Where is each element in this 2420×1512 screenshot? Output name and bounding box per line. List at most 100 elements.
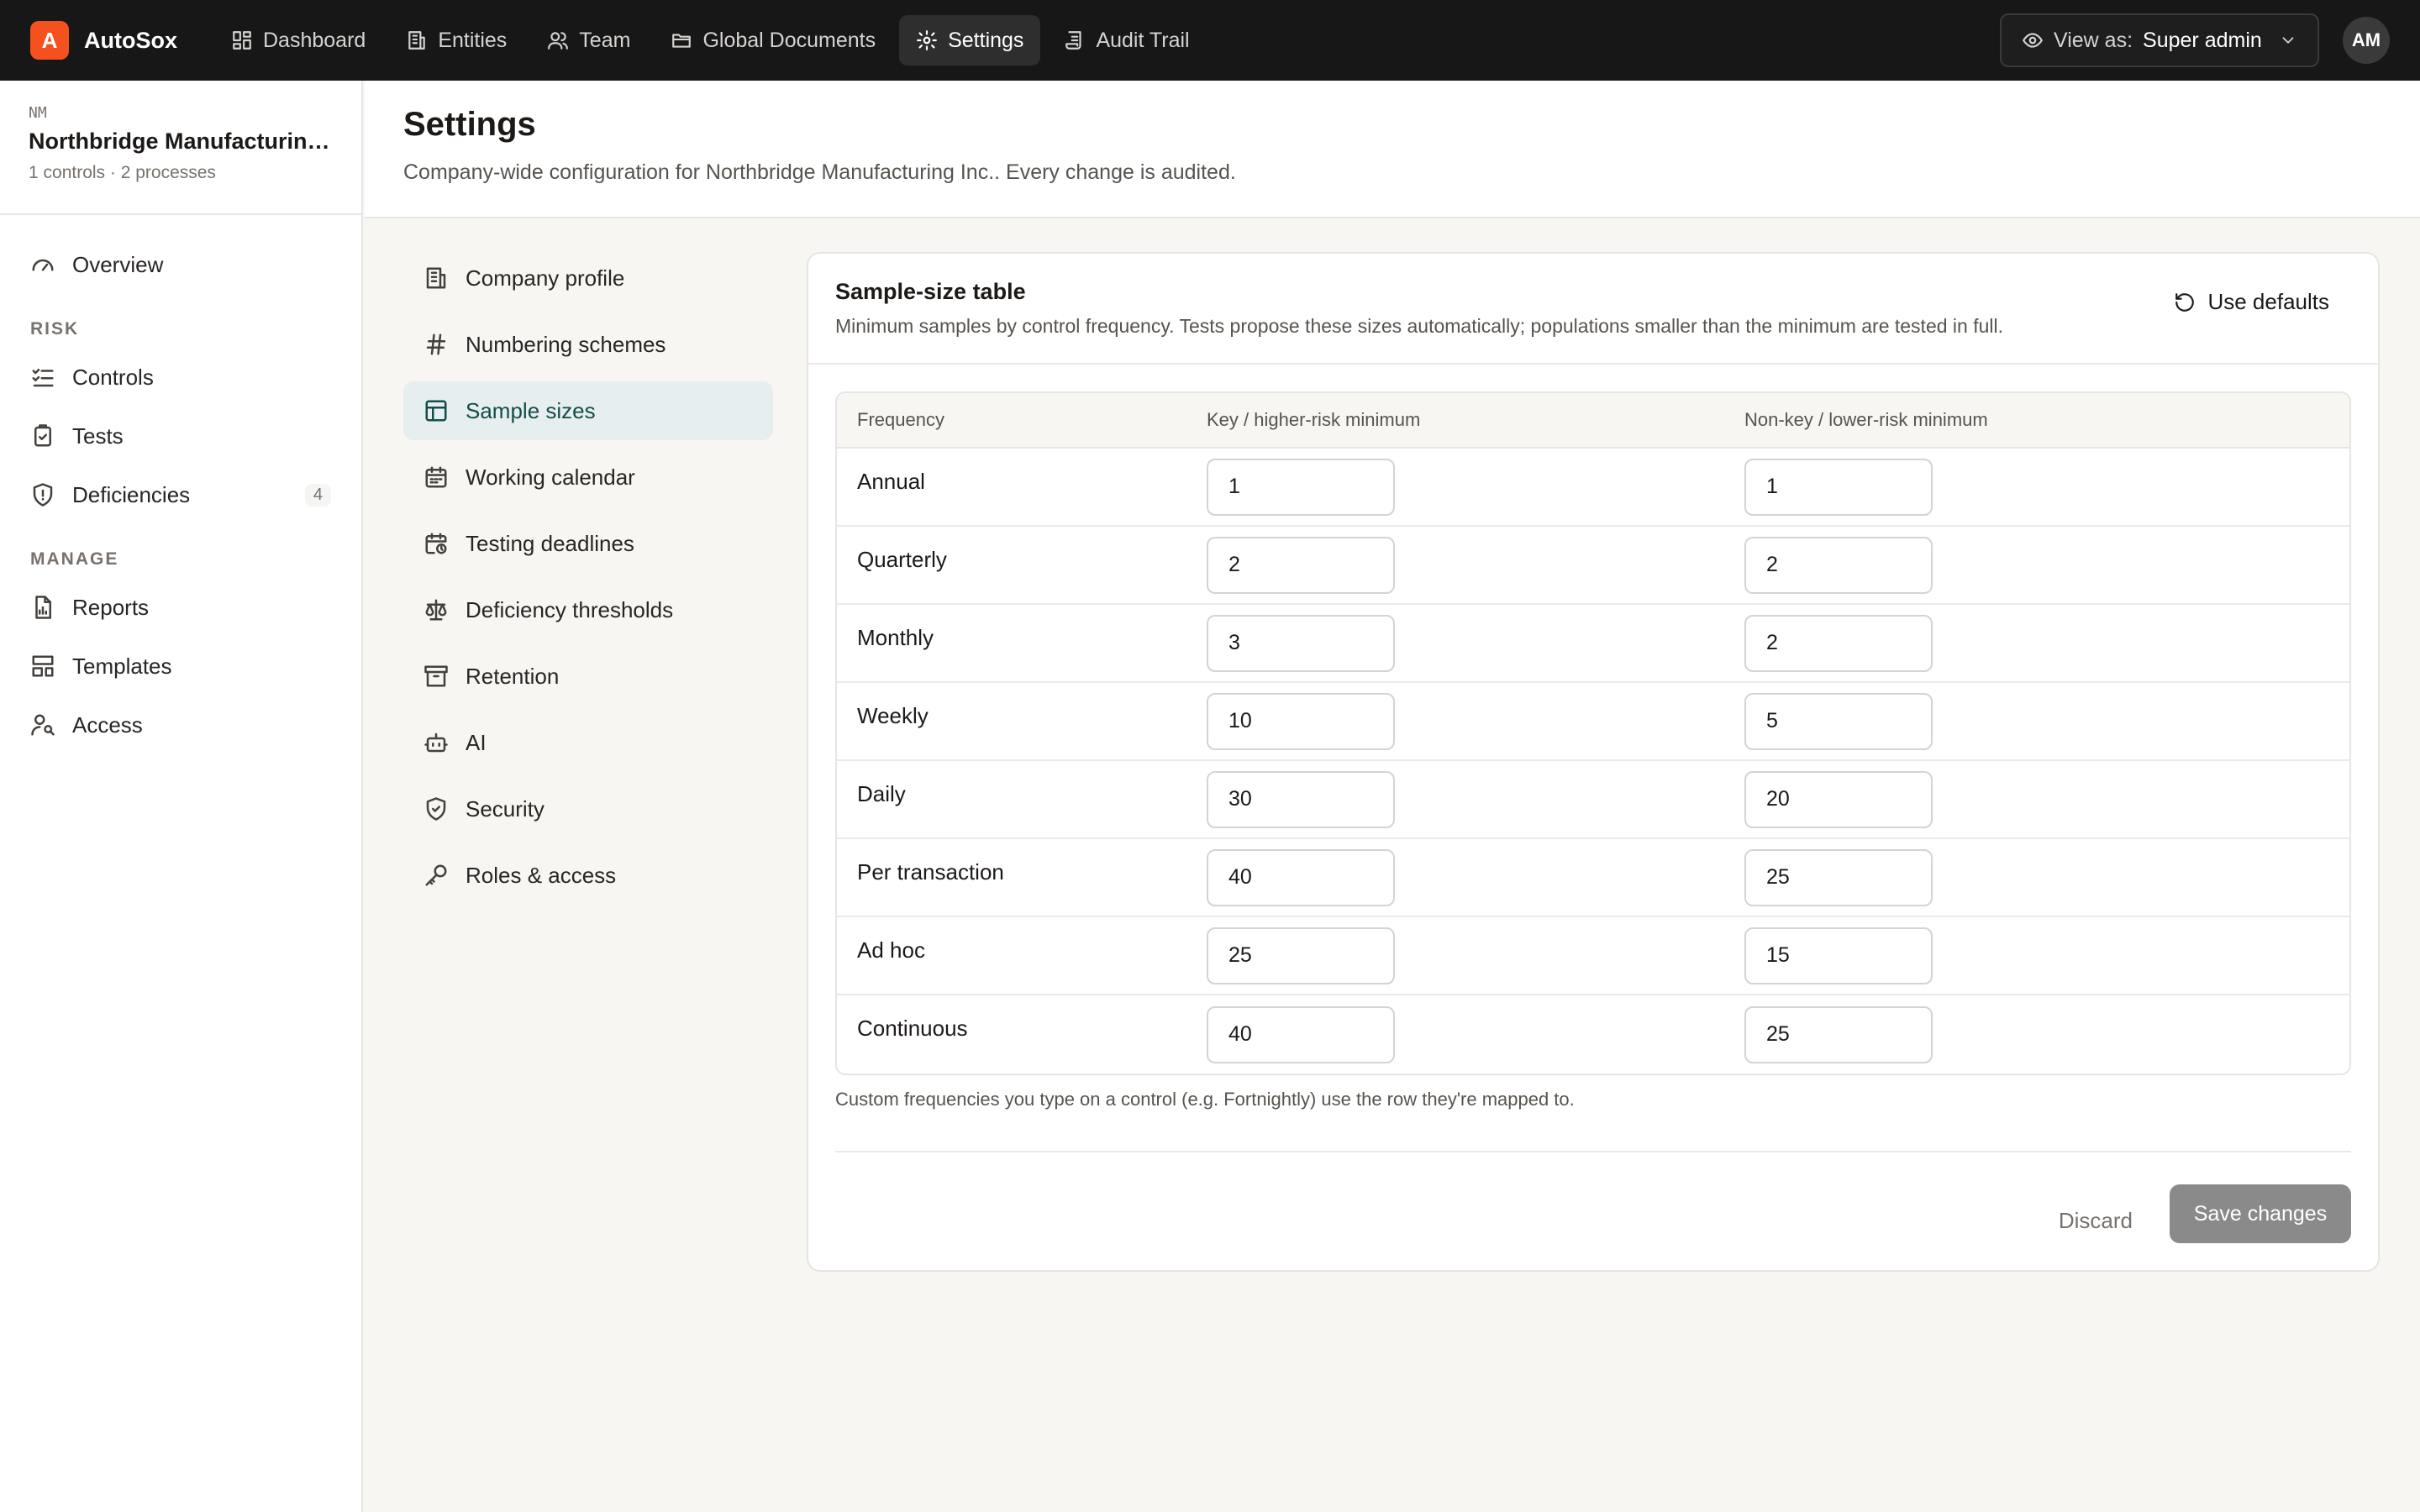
- settings-tab-roles-access[interactable]: Roles & access: [403, 846, 773, 905]
- settings-tab-working-calendar[interactable]: Working calendar: [403, 448, 773, 507]
- sidebar-item-tests[interactable]: Tests: [30, 407, 331, 465]
- sidebar-item-deficiencies[interactable]: Deficiencies 4: [30, 465, 331, 524]
- table-row: Per transaction: [837, 839, 2349, 917]
- settings-tab-label: Testing deadlines: [466, 530, 634, 556]
- key-icon: [425, 864, 447, 886]
- app-name[interactable]: AutoSox: [84, 28, 177, 54]
- card-header: Sample-size table Minimum samples by con…: [808, 254, 2378, 365]
- settings-tab-ai[interactable]: AI: [403, 713, 773, 772]
- view-as-value: Super admin: [2143, 28, 2262, 52]
- sidebar-item-templates[interactable]: Templates: [30, 637, 331, 696]
- table-row: Continuous: [837, 995, 2349, 1074]
- nav-dashboard[interactable]: Dashboard: [214, 15, 382, 66]
- nonkey-minimum-input[interactable]: [1744, 770, 1933, 828]
- file-chart-icon: [35, 596, 51, 619]
- key-minimum-input[interactable]: [1207, 692, 1395, 750]
- settings-tab-label: Working calendar: [466, 464, 635, 490]
- top-nav: Dashboard Entities Team Global Documents…: [214, 15, 1207, 66]
- table-row: Annual: [837, 449, 2349, 527]
- key-minimum-input[interactable]: [1207, 848, 1395, 906]
- nonkey-minimum-input[interactable]: [1744, 927, 1933, 984]
- top-bar: A AutoSox Dashboard Entities Team Global…: [0, 0, 2420, 81]
- building-icon: [426, 267, 446, 289]
- sidebar-item-label: Access: [72, 711, 143, 738]
- frequency-label: Monthly: [857, 625, 934, 650]
- sidebar-item-label: Tests: [72, 423, 124, 449]
- nav-entities-label: Entities: [438, 28, 508, 52]
- clipboard-check-icon: [34, 424, 51, 447]
- shield-alert-icon: [33, 483, 53, 507]
- sample-size-card: Sample-size table Minimum samples by con…: [807, 252, 2380, 1272]
- sidebar-item-label: Templates: [72, 653, 172, 679]
- nav-audit-trail[interactable]: Audit Trail: [1047, 15, 1206, 66]
- nonkey-minimum-input[interactable]: [1744, 614, 1933, 672]
- table-row: Ad hoc: [837, 917, 2349, 995]
- table-row: Quarterly: [837, 527, 2349, 605]
- org-switcher[interactable]: NM Northbridge Manufacturing Inc. 1 cont…: [0, 81, 361, 215]
- nav-audit-trail-label: Audit Trail: [1096, 28, 1190, 52]
- card-title: Sample-size table: [835, 279, 1026, 304]
- users-icon: [548, 32, 569, 50]
- key-minimum-input[interactable]: [1207, 458, 1395, 516]
- settings-tab-security[interactable]: Security: [403, 780, 773, 838]
- settings-tab-numbering-schemes[interactable]: Numbering schemes: [403, 315, 773, 374]
- nonkey-minimum-input[interactable]: [1744, 458, 1933, 516]
- view-as-label: View as:: [2054, 28, 2133, 52]
- frequency-label: Per transaction: [857, 859, 1004, 885]
- settings-tab-retention[interactable]: Retention: [403, 647, 773, 706]
- eye-icon: [2023, 33, 2043, 48]
- table-row: Monthly: [837, 605, 2349, 683]
- key-minimum-input[interactable]: [1207, 614, 1395, 672]
- key-minimum-input[interactable]: [1207, 770, 1395, 828]
- nav-team[interactable]: Team: [530, 15, 647, 66]
- nav-entities[interactable]: Entities: [389, 15, 523, 66]
- nonkey-minimum-input[interactable]: [1744, 848, 1933, 906]
- nav-team-label: Team: [579, 28, 631, 52]
- settings-tab-label: Retention: [466, 663, 560, 689]
- frequency-label: Daily: [857, 781, 906, 806]
- settings-tab-testing-deadlines[interactable]: Testing deadlines: [403, 514, 773, 573]
- settings-tab-label: Company profile: [466, 265, 625, 291]
- key-minimum-input[interactable]: [1207, 1005, 1395, 1063]
- sidebar-item-access[interactable]: Access: [30, 696, 331, 754]
- use-defaults-button[interactable]: Use defaults: [2174, 289, 2329, 315]
- org-meta: 1 controls · 2 processes: [29, 163, 216, 182]
- list-check-icon: [32, 369, 54, 387]
- settings-tab-company-profile[interactable]: Company profile: [403, 249, 773, 307]
- sidebar-item-controls[interactable]: Controls: [30, 348, 331, 407]
- nonkey-minimum-input[interactable]: [1744, 1005, 1933, 1063]
- key-minimum-input[interactable]: [1207, 927, 1395, 984]
- sidebar-item-label: Overview: [72, 251, 164, 277]
- sidebar-item-overview[interactable]: Overview: [30, 235, 331, 294]
- sidebar-item-reports[interactable]: Reports: [30, 578, 331, 637]
- sidebar-item-label: Reports: [72, 594, 150, 620]
- nonkey-minimum-input[interactable]: [1744, 536, 1933, 594]
- save-changes-button[interactable]: Save changes: [2170, 1184, 2351, 1243]
- settings-tab-deficiency-thresholds[interactable]: Deficiency thresholds: [403, 580, 773, 639]
- gauge-icon: [32, 259, 54, 271]
- sidebar: NM Northbridge Manufacturing Inc. 1 cont…: [0, 81, 363, 1512]
- use-defaults-label: Use defaults: [2207, 289, 2329, 314]
- app-logo[interactable]: A: [30, 21, 69, 60]
- nav-global-documents[interactable]: Global Documents: [654, 15, 892, 66]
- key-minimum-input[interactable]: [1207, 536, 1395, 594]
- sidebar-nav: Overview RISK Controls Tests Deficiencie…: [0, 215, 361, 774]
- frequency-label: Quarterly: [857, 547, 947, 572]
- view-as-select[interactable]: View as: Super admin: [2000, 13, 2319, 67]
- settings-tab-sample-sizes[interactable]: Sample sizes: [403, 381, 773, 440]
- rotate-ccw-icon: [2175, 292, 2195, 312]
- avatar[interactable]: AM: [2343, 17, 2390, 64]
- archive-icon: [424, 665, 448, 687]
- settings-tab-label: Security: [466, 795, 544, 822]
- deficiencies-count-badge: 4: [304, 483, 331, 507]
- settings-tab-label: Roles & access: [466, 862, 617, 888]
- nav-settings-label: Settings: [948, 28, 1024, 52]
- nav-global-documents-label: Global Documents: [702, 28, 876, 52]
- nav-settings[interactable]: Settings: [899, 15, 1041, 66]
- sample-size-table: Frequency Key / higher-risk minimum Non-…: [835, 391, 2351, 1075]
- nonkey-minimum-input[interactable]: [1744, 692, 1933, 750]
- settings-nav: Company profile Numbering schemes Sample…: [403, 249, 773, 912]
- frequency-label: Ad hoc: [857, 937, 925, 963]
- discard-button[interactable]: Discard: [2059, 1208, 2133, 1234]
- org-name: Northbridge Manufacturing Inc.: [29, 129, 334, 154]
